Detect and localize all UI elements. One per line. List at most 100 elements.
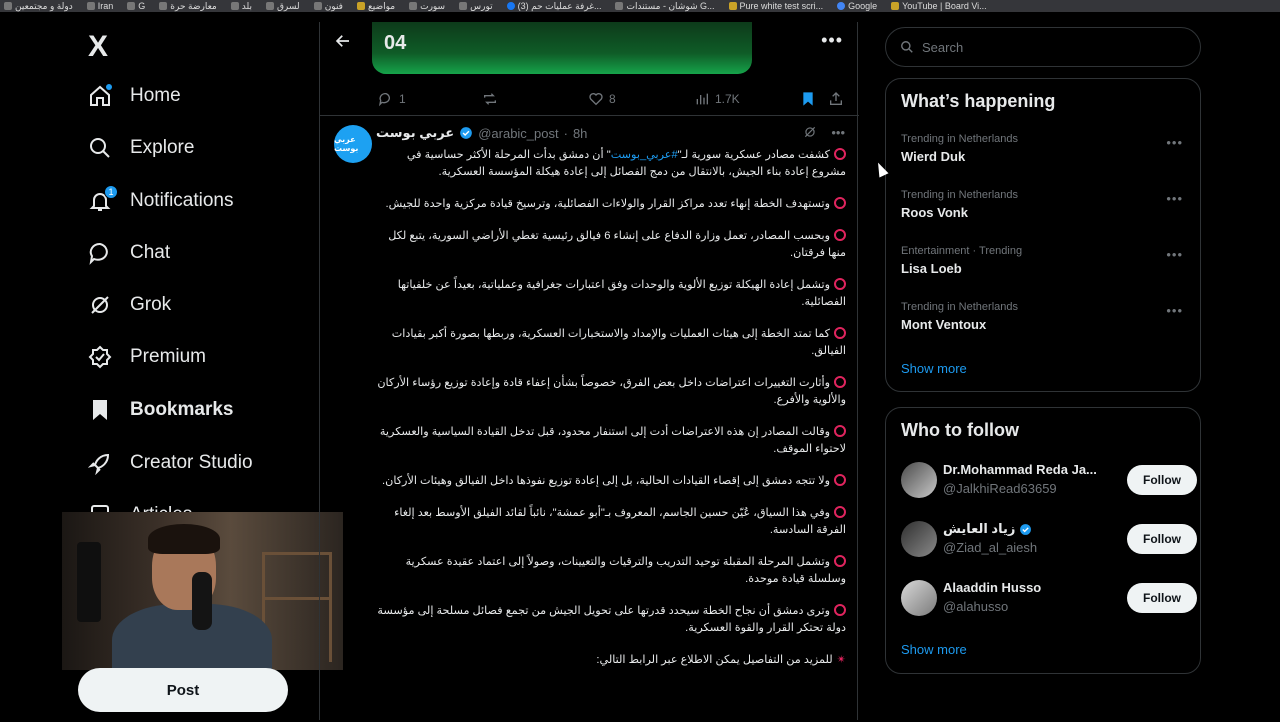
- follow-suggestion[interactable]: زياد العايش @Ziad_al_aiesh Follow: [901, 519, 1197, 563]
- follow-show-more[interactable]: Show more: [901, 642, 967, 657]
- tweet-paragraph: وبحسب المصادر، تعمل وزارة الدفاع على إنش…: [376, 228, 846, 262]
- trend-more-icon[interactable]: •••: [1166, 135, 1183, 150]
- bookmark-item[interactable]: فنون: [313, 1, 343, 12]
- x-logo[interactable]: X: [88, 30, 108, 64]
- follow-button[interactable]: Follow: [1127, 524, 1197, 554]
- media-title: 04: [384, 32, 407, 54]
- like-button[interactable]: 8: [588, 91, 616, 107]
- rocket-icon: [88, 451, 112, 475]
- follow-name: Alaaddin Husso: [943, 580, 1041, 595]
- paragraph-text: وترى دمشق أن نجاح الخطة سيحدد قدرتها على…: [377, 605, 846, 634]
- bookmark-favicon-icon: [86, 2, 95, 10]
- red-circle-icon: [834, 506, 846, 518]
- follow-handle: @alahusso: [943, 599, 1009, 614]
- bookmark-item[interactable]: معارضة حرة: [159, 1, 217, 12]
- bookmark-item[interactable]: Iran: [86, 1, 113, 11]
- bookmark-item[interactable]: تورس: [459, 1, 493, 12]
- red-circle-icon: [834, 555, 846, 567]
- views-button[interactable]: 1.7K: [694, 91, 740, 107]
- paragraph-text: وفي هذا السياق، عُيّن حسين الجاسم، المعر…: [394, 507, 846, 536]
- home-new-dot: [106, 84, 112, 90]
- trend-item[interactable]: Trending in Netherlands Mont Ventoux •••: [901, 301, 1191, 332]
- grok-tweet-icon[interactable]: [803, 125, 817, 142]
- hashtag-link[interactable]: #عربي_بوست: [611, 149, 678, 161]
- bookmark-label: شوشان - مستندات G...: [626, 0, 715, 11]
- bookmark-item[interactable]: YouTube | Board Vi...: [891, 1, 987, 11]
- nav-label-chat: Chat: [130, 242, 171, 263]
- bookmark-item[interactable]: بلد: [230, 1, 252, 12]
- tweet-body: كشفت مصادر عسكرية سورية لـ"#عربي_بوست" أ…: [376, 147, 846, 684]
- repost-button[interactable]: [482, 91, 498, 107]
- repost-icon: [484, 92, 496, 105]
- bookmark-item[interactable]: شوشان - مستندات G...: [615, 0, 715, 12]
- search-box[interactable]: [885, 27, 1201, 67]
- search-icon: [901, 41, 913, 53]
- bookmark-button[interactable]: [800, 91, 816, 107]
- nav-item-bookmarks[interactable]: Bookmarks: [88, 398, 234, 422]
- bookmark-item[interactable]: Google: [837, 1, 877, 11]
- red-circle-icon: [834, 278, 846, 290]
- bookmark-item[interactable]: G: [127, 1, 145, 11]
- follow-name-text: Alaaddin Husso: [943, 580, 1042, 595]
- avatar[interactable]: [901, 521, 937, 557]
- trend-more-icon[interactable]: •••: [1166, 303, 1183, 318]
- post-actions: 1 8 1.7K: [320, 82, 859, 116]
- bookmark-item[interactable]: دولة و مجتمعين: [4, 1, 73, 12]
- whats-happening-panel: What’s happening Trending in Netherlands…: [885, 78, 1201, 392]
- tweet-paragraph: وترى دمشق أن نجاح الخطة سيحدد قدرتها على…: [376, 603, 846, 637]
- bookmark-item[interactable]: (3) غرفة عمليات حم...: [506, 1, 601, 12]
- bookmark-label: YouTube | Board Vi...: [902, 1, 987, 11]
- trending-show-more[interactable]: Show more: [901, 361, 967, 376]
- bookmark-favicon-icon: [356, 2, 365, 10]
- tweet-time[interactable]: 8h: [573, 126, 587, 141]
- bookmark-item[interactable]: مواضيع: [356, 0, 396, 12]
- bookmark-item[interactable]: سورت: [409, 1, 445, 12]
- follow-button[interactable]: Follow: [1127, 465, 1197, 495]
- more-options-icon[interactable]: •••: [821, 30, 843, 51]
- trend-item[interactable]: Trending in Netherlands Roos Vonk •••: [901, 189, 1191, 220]
- bookmark-item[interactable]: Pure white test scri...: [728, 1, 823, 11]
- bookmark-favicon-icon: [459, 2, 468, 10]
- avatar[interactable]: [901, 462, 937, 498]
- nav-item-home[interactable]: Home: [88, 84, 181, 108]
- tweet-meta: عربي بوست @arabic_post · 8h: [376, 125, 587, 141]
- nav-item-premium[interactable]: Premium: [88, 345, 206, 369]
- post-button[interactable]: Post: [78, 668, 288, 712]
- follow-suggestion[interactable]: Dr.Mohammad Reda Ja... @JalkhiRead63659 …: [901, 460, 1197, 504]
- share-button[interactable]: [828, 91, 844, 107]
- bookmark-label: مواضيع: [367, 0, 396, 11]
- bookmark-label: سورت: [420, 0, 446, 11]
- nav-item-grok[interactable]: Grok: [88, 293, 171, 317]
- back-arrow-icon[interactable]: [334, 32, 352, 56]
- post-media-image[interactable]: [372, 22, 752, 74]
- follow-suggestion[interactable]: Alaaddin Husso @alahusso Follow: [901, 578, 1197, 622]
- follow-button[interactable]: Follow: [1127, 583, 1197, 613]
- reply-button[interactable]: 1: [378, 91, 406, 107]
- author-avatar[interactable]: عربي بوست: [334, 125, 372, 163]
- bookmark-label: لسرق: [276, 0, 300, 11]
- trend-more-icon[interactable]: •••: [1166, 191, 1183, 206]
- reply-count: 1: [399, 91, 406, 106]
- author-name[interactable]: عربي بوست: [376, 125, 454, 141]
- trend-item[interactable]: Trending in Netherlands Wierd Duk •••: [901, 133, 1191, 164]
- share-icon: [830, 91, 842, 105]
- trend-item[interactable]: Entertainment · Trending Lisa Loeb •••: [901, 245, 1191, 276]
- trend-more-icon[interactable]: •••: [1166, 247, 1183, 262]
- webcam-microphone: [192, 572, 212, 630]
- whats-happening-title: What’s happening: [901, 91, 1056, 111]
- bookmark-item[interactable]: لسرق: [265, 0, 300, 12]
- nav-item-explore[interactable]: Explore: [88, 136, 194, 160]
- nav-item-chat[interactable]: Chat: [88, 241, 170, 265]
- avatar[interactable]: [901, 580, 937, 616]
- nav-item-creator-studio[interactable]: Creator Studio: [88, 451, 253, 475]
- author-handle[interactable]: @arabic_post: [478, 126, 558, 141]
- tweet[interactable]: عربي بوست عربي بوست @arabic_post · 8h ••…: [320, 117, 859, 722]
- bookmark-favicon-icon: [409, 2, 418, 10]
- nav-item-notifications[interactable]: 1 Notifications: [88, 185, 234, 213]
- bookmark-label: Google: [848, 1, 878, 11]
- bookmark-favicon-icon: [265, 2, 274, 10]
- red-circle-icon: [834, 474, 846, 486]
- paragraph-text: وقالت المصادر إن هذه الاعتراضات أدت إلى …: [379, 426, 846, 455]
- tweet-more-icon[interactable]: •••: [831, 125, 845, 142]
- search-input[interactable]: [922, 39, 1182, 55]
